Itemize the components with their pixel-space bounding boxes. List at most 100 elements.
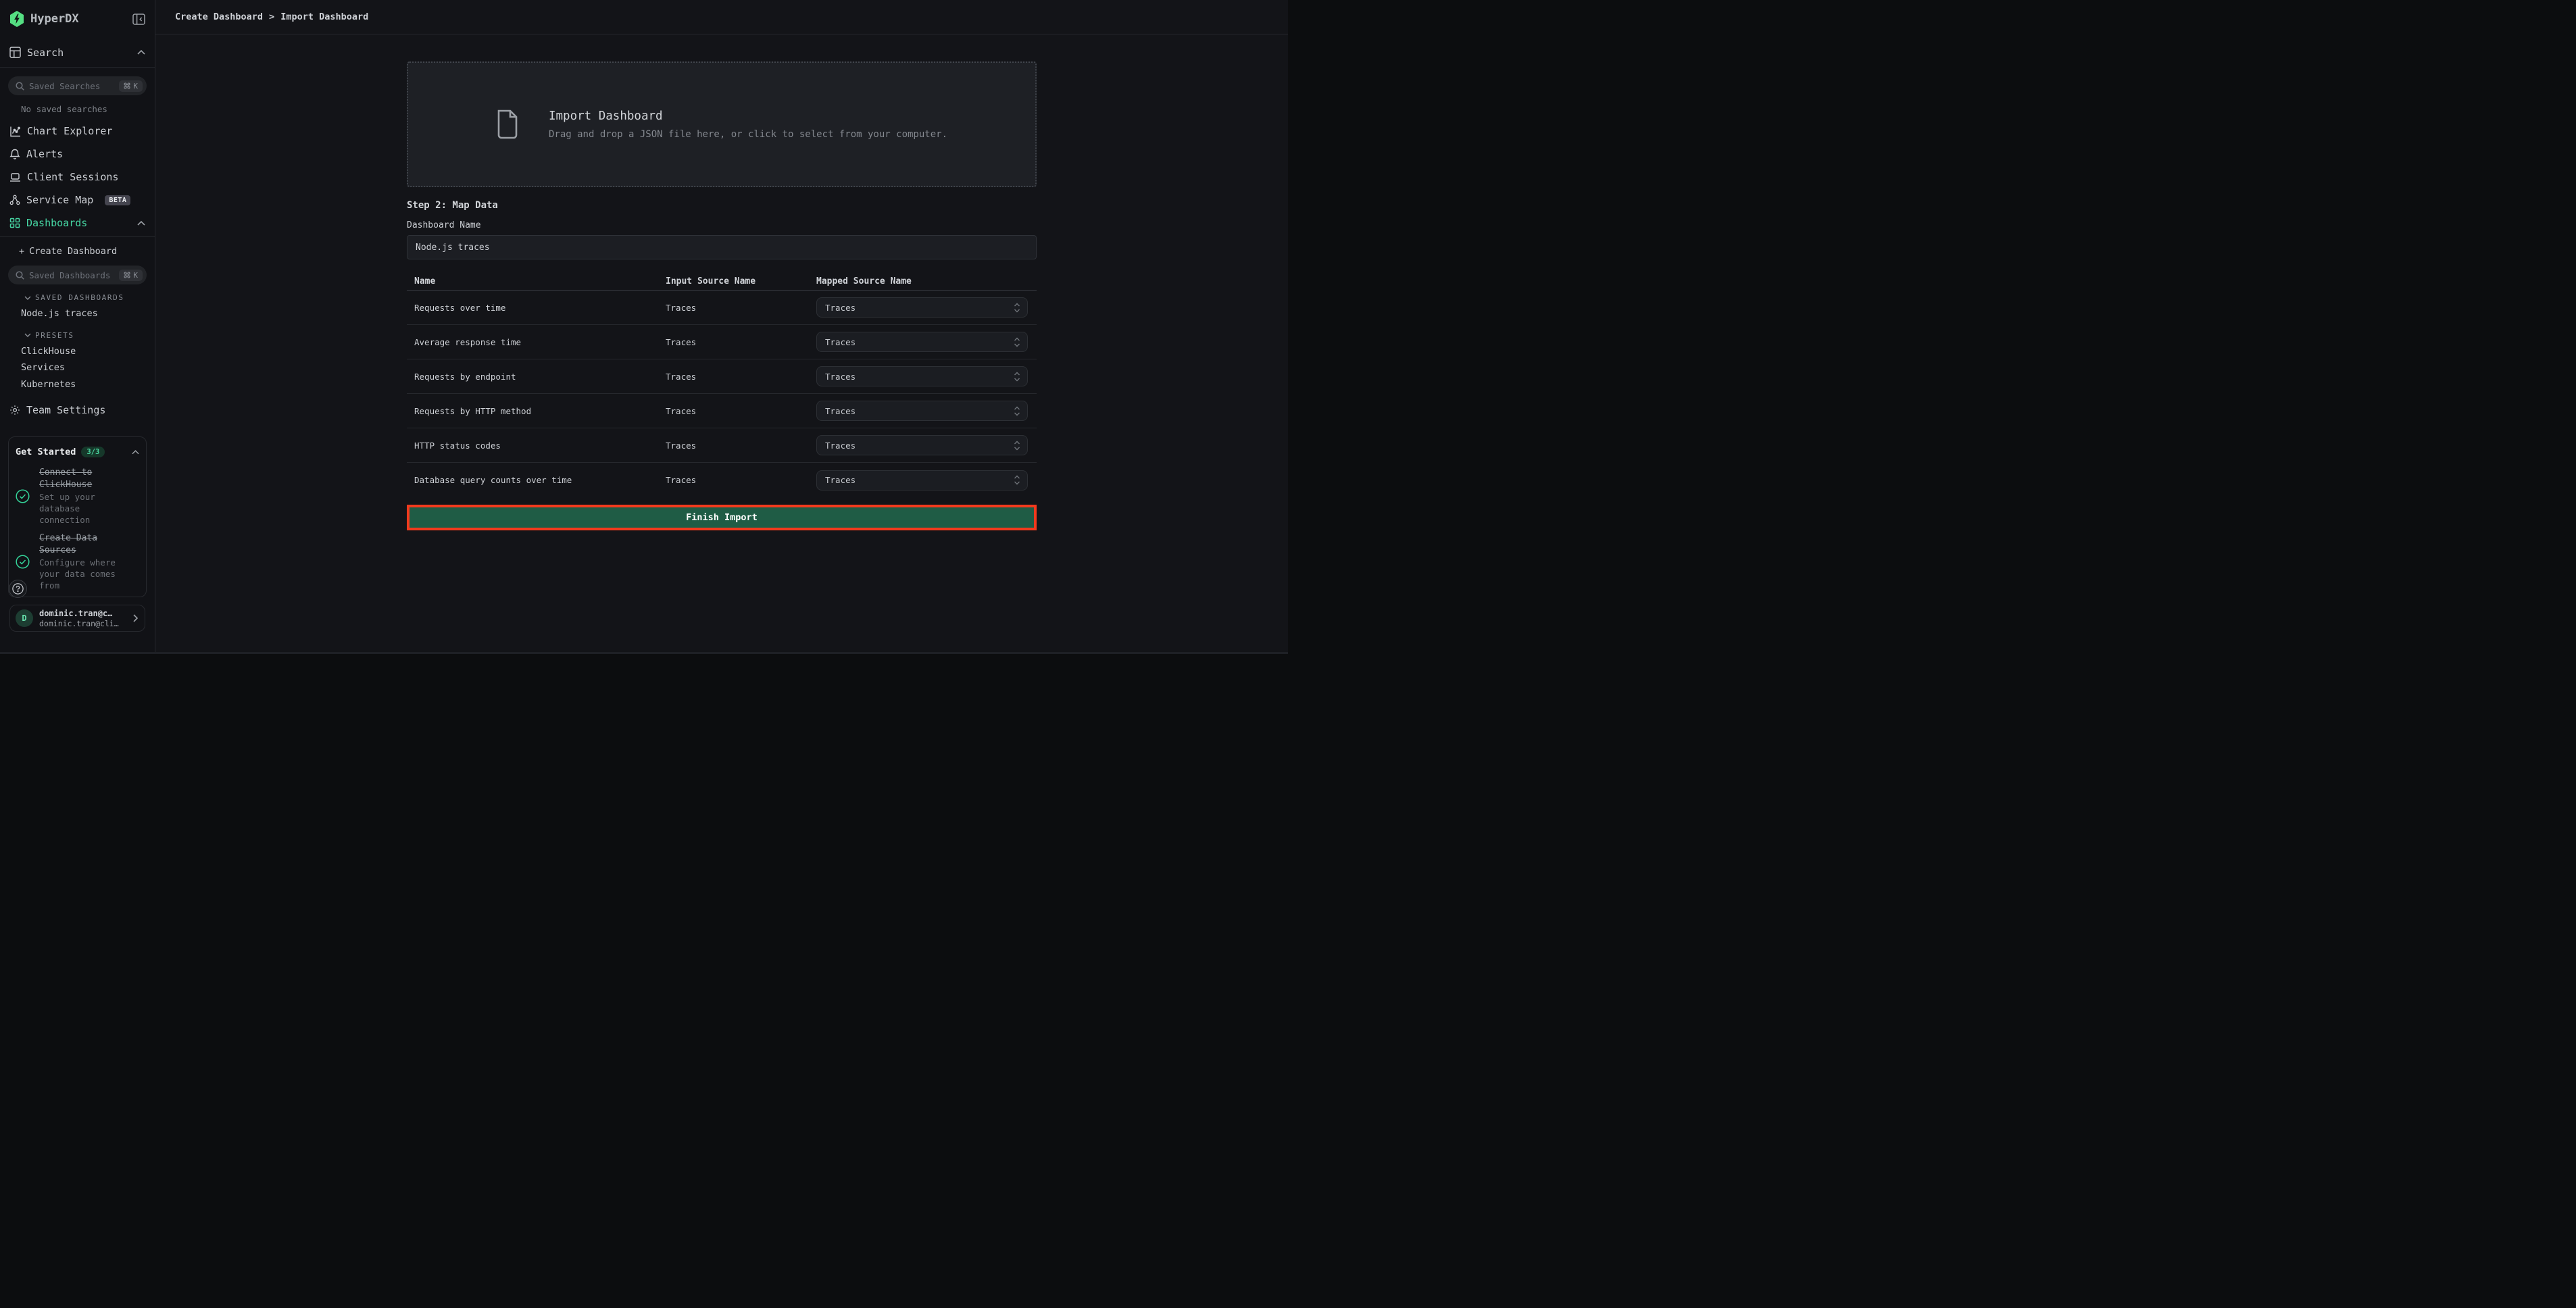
json-file-dropzone[interactable]: Import Dashboard Drag and drop a JSON fi… xyxy=(407,61,1037,187)
saved-dashboard-nodejs-traces[interactable]: Node.js traces xyxy=(0,305,155,322)
select-chevrons-icon xyxy=(1014,406,1020,416)
get-started-title: Get Started xyxy=(16,447,76,457)
avatar: D xyxy=(16,609,33,627)
table-header-row: Name Input Source Name Mapped Source Nam… xyxy=(407,273,1037,291)
input-source-name: Traces xyxy=(666,337,816,347)
chevron-up-icon xyxy=(137,221,145,226)
logo-row: HyperDX xyxy=(0,0,155,38)
dashboard-name-input[interactable]: Node.js traces xyxy=(407,235,1037,259)
gear-icon xyxy=(9,405,20,416)
input-source-name: Traces xyxy=(666,303,816,313)
collapse-sidebar-icon[interactable] xyxy=(132,14,145,25)
chevron-up-icon xyxy=(137,50,145,55)
sidebar-item-service-map[interactable]: Service Map BETA xyxy=(0,188,155,211)
chevron-down-icon xyxy=(24,333,31,337)
chevron-up-icon[interactable] xyxy=(132,450,139,455)
hyperdx-logo-icon xyxy=(9,11,24,27)
sidebar-item-chart-explorer[interactable]: Chart Explorer xyxy=(0,120,155,143)
mapped-source-select[interactable]: Traces xyxy=(816,366,1028,386)
column-header-input-source: Input Source Name xyxy=(666,276,816,286)
chart-name: Average response time xyxy=(414,337,666,347)
user-menu[interactable]: D dominic.tran@c… dominic.tran@cli… xyxy=(9,605,145,632)
file-icon xyxy=(496,109,519,139)
preset-clickhouse[interactable]: ClickHouse xyxy=(0,343,155,360)
check-circle-icon xyxy=(16,489,30,503)
saved-searches-input[interactable]: Saved Searches K xyxy=(8,76,147,95)
mapped-source-select[interactable]: Traces xyxy=(816,435,1028,455)
sidebar-item-alerts[interactable]: Alerts xyxy=(0,143,155,166)
chart-name: HTTP status codes xyxy=(414,441,666,451)
input-source-name: Traces xyxy=(666,406,816,416)
breadcrumb-separator: > xyxy=(269,11,274,22)
dashboards-icon xyxy=(9,218,20,228)
help-button[interactable] xyxy=(9,580,27,598)
select-chevrons-icon xyxy=(1014,475,1020,485)
select-chevrons-icon xyxy=(1014,372,1020,382)
mapped-source-select[interactable]: Traces xyxy=(816,470,1028,490)
question-mark-icon xyxy=(12,583,24,595)
table-row: Requests over time Traces Traces xyxy=(407,291,1037,325)
service-map-icon xyxy=(9,195,20,205)
action-highlight-box: Finish Import xyxy=(407,505,1037,530)
dashboard-name-label: Dashboard Name xyxy=(407,220,1037,230)
table-row: Requests by endpoint Traces Traces xyxy=(407,359,1037,394)
task-description: Set up your database connection xyxy=(39,491,119,526)
get-started-card: Get Started 3/3 Connect to ClickHouse Se… xyxy=(8,436,147,597)
chart-name: Requests by endpoint xyxy=(414,372,666,382)
laptop-icon xyxy=(9,172,21,182)
dropzone-subtitle: Drag and drop a JSON file here, or click… xyxy=(549,129,947,140)
command-icon xyxy=(124,82,130,89)
sidebar-nav: Chart Explorer Alerts Client Sessions Se… xyxy=(0,120,155,234)
preset-kubernetes[interactable]: Kubernetes xyxy=(0,376,155,393)
sidebar-item-client-sessions[interactable]: Client Sessions xyxy=(0,166,155,188)
get-started-progress-badge: 3/3 xyxy=(81,447,105,457)
create-dashboard-button[interactable]: + Create Dashboard xyxy=(0,237,155,266)
input-source-name: Traces xyxy=(666,372,816,382)
horizontal-scrollbar[interactable] xyxy=(0,652,1288,654)
breadcrumb-import-dashboard[interactable]: Import Dashboard xyxy=(280,11,368,22)
chart-name: Requests over time xyxy=(414,303,666,313)
mapped-source-select[interactable]: Traces xyxy=(816,401,1028,421)
saved-dashboards-group[interactable]: SAVED DASHBOARDS xyxy=(0,290,155,305)
dropzone-title: Import Dashboard xyxy=(549,109,947,123)
task-title: Create Data Sources xyxy=(39,532,119,557)
get-started-item[interactable]: Connect to ClickHouse Set up your databa… xyxy=(16,467,139,526)
command-icon xyxy=(124,272,130,278)
presets-group[interactable]: PRESETS xyxy=(0,328,155,343)
beta-badge: BETA xyxy=(105,195,130,205)
preset-services[interactable]: Services xyxy=(0,359,155,376)
get-started-header[interactable]: Get Started 3/3 xyxy=(16,444,139,460)
get-started-item[interactable]: Create Data Sources Configure where your… xyxy=(16,532,139,591)
column-header-mapped-source: Mapped Source Name xyxy=(816,276,1037,286)
sidebar-section-search[interactable]: Search xyxy=(0,38,155,68)
dropzone-texts: Import Dashboard Drag and drop a JSON fi… xyxy=(549,109,947,140)
saved-dashboards-placeholder: Saved Dashboards xyxy=(29,270,114,280)
select-chevrons-icon xyxy=(1014,337,1020,347)
search-icon xyxy=(16,271,24,280)
saved-searches-placeholder: Saved Searches xyxy=(29,81,114,91)
table-row: Requests by HTTP method Traces Traces xyxy=(407,394,1037,428)
task-title: Connect to ClickHouse xyxy=(39,467,119,491)
sidebar-item-team-settings[interactable]: Team Settings xyxy=(0,399,155,422)
chevron-down-icon xyxy=(24,296,31,300)
sidebar-item-dashboards[interactable]: Dashboards xyxy=(0,211,155,234)
saved-dashboards-input[interactable]: Saved Dashboards K xyxy=(8,266,147,284)
shortcut-badge: K xyxy=(119,80,143,92)
search-section-label: Search xyxy=(27,47,64,59)
chart-name: Database query counts over time xyxy=(414,475,666,485)
input-source-name: Traces xyxy=(666,475,816,485)
mapping-table: Name Input Source Name Mapped Source Nam… xyxy=(407,273,1037,497)
search-icon xyxy=(16,82,24,91)
app-title: HyperDX xyxy=(30,12,126,26)
finish-import-button[interactable]: Finish Import xyxy=(410,507,1034,528)
select-chevrons-icon xyxy=(1014,303,1020,313)
mapped-source-select[interactable]: Traces xyxy=(816,297,1028,318)
hyperdx-app: HyperDX Search Saved Searches K xyxy=(0,0,1288,654)
mapped-source-select[interactable]: Traces xyxy=(816,332,1028,352)
select-chevrons-icon xyxy=(1014,441,1020,451)
check-circle-icon xyxy=(16,555,30,569)
user-email: dominic.tran@cli… xyxy=(39,619,127,628)
breadcrumb-create-dashboard[interactable]: Create Dashboard xyxy=(175,11,263,22)
main-area: Create Dashboard > Import Dashboard Impo… xyxy=(155,0,1288,654)
table-row: Database query counts over time Traces T… xyxy=(407,463,1037,497)
